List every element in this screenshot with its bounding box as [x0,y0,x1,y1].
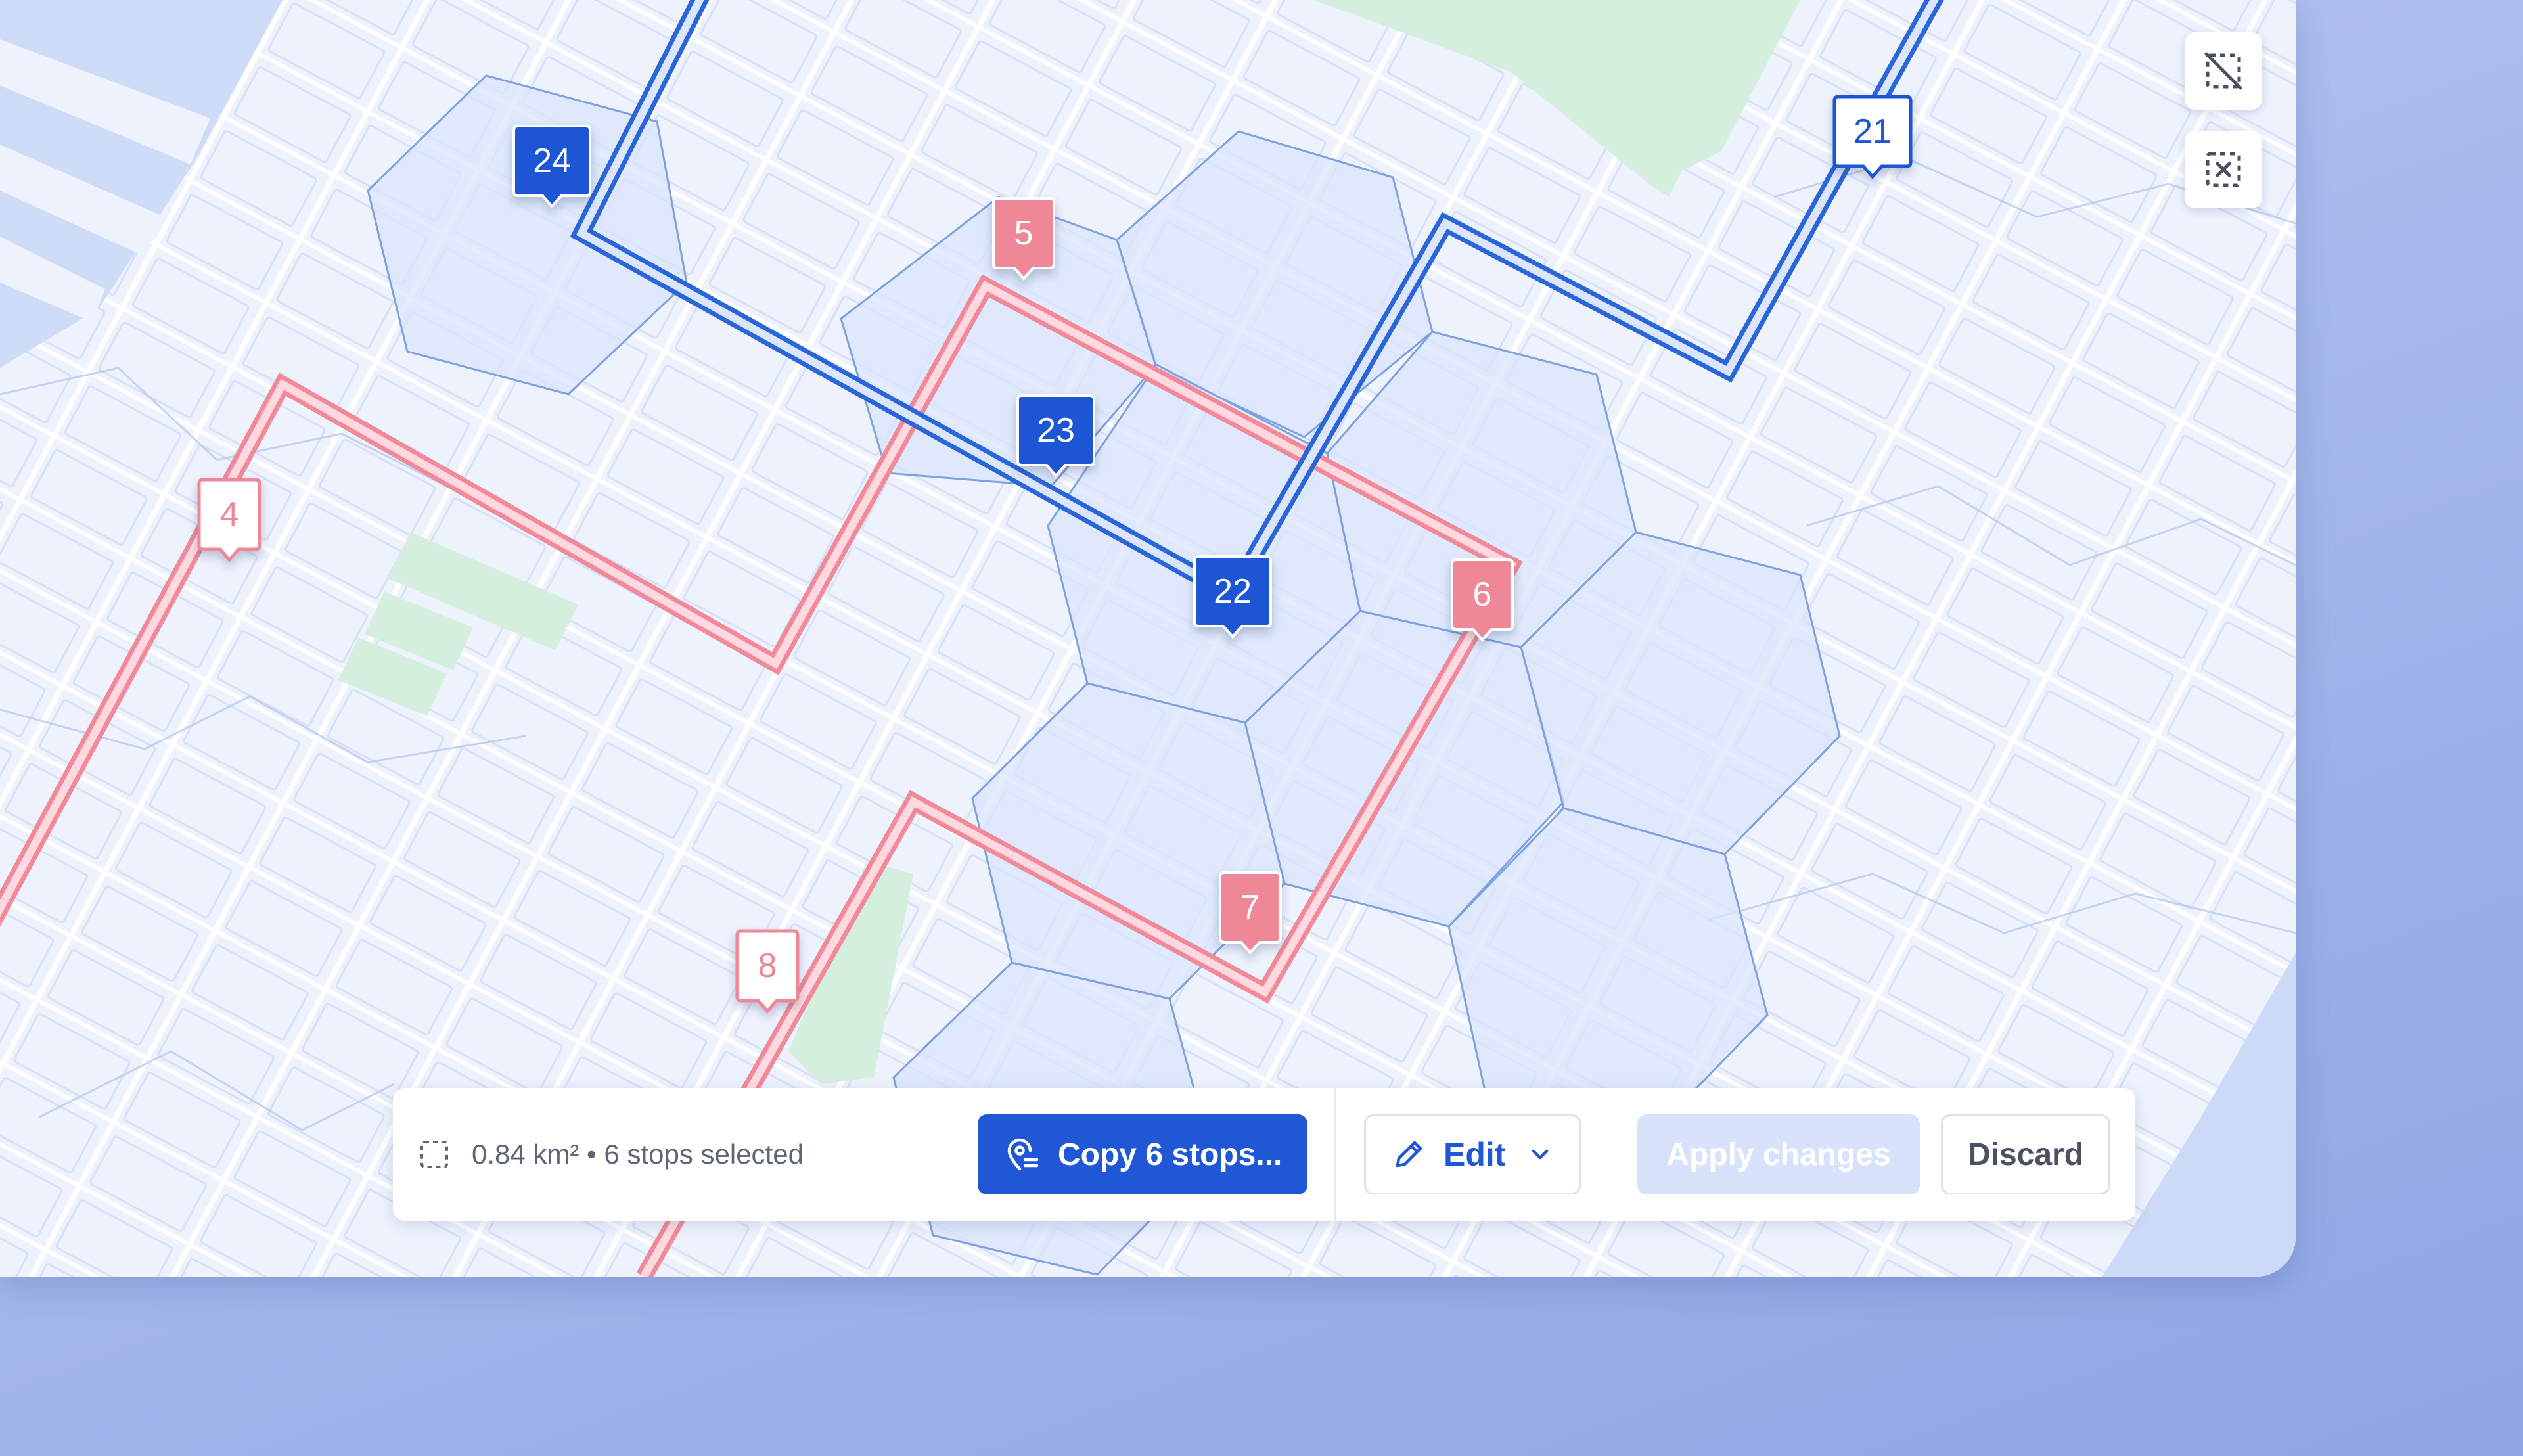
stop-label: 24 [533,142,571,180]
map-canvas[interactable]: 24 23 22 21 5 6 7 4 8 [0,0,2296,1277]
selection-toolbar: 0.84 km² • 6 stops selected Copy 6 stops… [393,1088,2135,1221]
stop-label: 4 [220,495,239,534]
clear-selection-button[interactable] [2185,131,2262,208]
stop-label: 21 [1853,112,1892,150]
copy-stops-label: Copy 6 stops... [1058,1137,1283,1172]
stop-label: 23 [1037,411,1075,449]
location-copy-icon [1007,1138,1039,1171]
pencil-icon [1396,1141,1422,1168]
deselect-button[interactable] [2185,32,2262,110]
stop-pin-24[interactable]: 24 [512,125,591,209]
stop-label: 5 [1014,214,1034,252]
stop-pin-6[interactable]: 6 [1451,558,1514,643]
stop-pin-7[interactable]: 7 [1219,871,1282,955]
discard-button[interactable]: Discard [1941,1114,2110,1194]
edit-dropdown-button[interactable]: Edit [1364,1114,1581,1194]
selection-area-icon [420,1141,448,1168]
edit-label: Edit [1443,1136,1506,1173]
stop-pin-23[interactable]: 23 [1016,394,1095,478]
clear-selection-icon [2206,152,2241,187]
apply-changes-button[interactable]: Apply changes [1637,1114,1920,1194]
stop-pin-4[interactable]: 4 [197,478,261,562]
selection-summary: 0.84 km² • 6 stops selected [472,1139,804,1170]
stop-label: 22 [1214,572,1252,610]
copy-stops-button[interactable]: Copy 6 stops... [978,1114,1307,1194]
map-window[interactable]: 24 23 22 21 5 6 7 4 8 0.84 km² • 6 stops… [0,0,2296,1277]
deselect-icon [2204,52,2242,90]
stop-pin-21[interactable]: 21 [1832,95,1913,179]
stop-label: 7 [1241,888,1260,926]
stop-label: 6 [1473,576,1492,614]
toolbar-divider [1334,1088,1336,1221]
stop-pin-8[interactable]: 8 [735,929,800,1014]
stop-label: 8 [758,947,777,985]
chevron-down-icon [1532,1149,1549,1160]
stop-pin-22[interactable]: 22 [1193,555,1272,639]
stop-pin-5[interactable]: 5 [992,197,1055,281]
